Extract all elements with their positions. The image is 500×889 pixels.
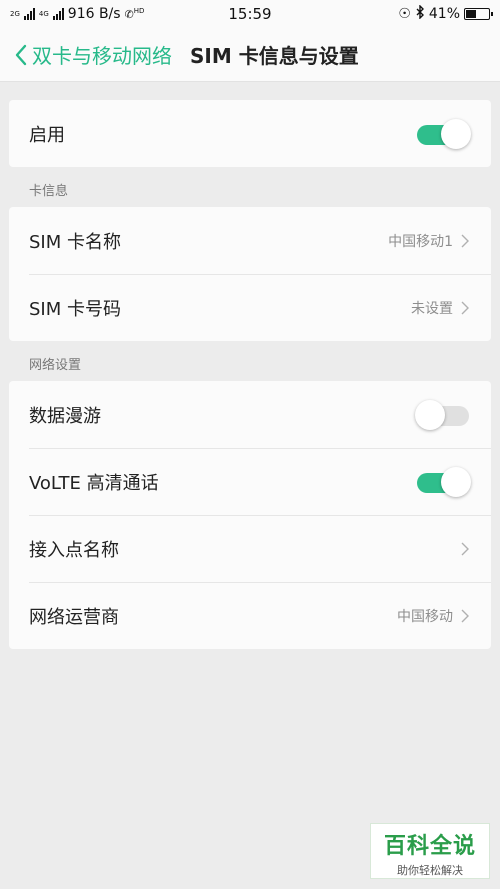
status-left: 2G 4G 916 B/s ✆HD [10,6,144,22]
section-network: 网络设置 [29,358,82,373]
roaming-row[interactable]: 数据漫游 [9,381,491,448]
volte-toggle[interactable] [415,466,471,497]
sim-name-value: 中国移动1 [388,233,453,250]
sim-number-row[interactable]: SIM 卡号码 未设置 [9,274,491,341]
network-type-4g: 4G [38,9,49,18]
apn-label: 接入点名称 [29,539,119,561]
chevron-right-icon [461,301,469,314]
app-header: 双卡与移动网络 SIM 卡信息与设置 [0,28,500,82]
watermark-title: 百科全说 [383,834,476,859]
battery-percent: 41% [428,6,460,22]
enable-row[interactable]: 启用 [9,100,491,167]
settings-content: 启用 卡信息 SIM 卡名称 中国移动1 SIM 卡号码 未设置 网络设置 数据… [0,82,500,649]
sim-name-label: SIM 卡名称 [29,231,121,253]
chevron-left-icon [15,44,27,65]
sim-number-value: 未设置 [411,300,453,317]
section-card-info: 卡信息 [29,184,69,199]
operator-value: 中国移动 [397,608,453,625]
chevron-right-icon [461,234,469,247]
rotation-lock-icon: ☉ [398,6,411,22]
card-info-card: SIM 卡名称 中国移动1 SIM 卡号码 未设置 [9,207,491,341]
sim-name-row[interactable]: SIM 卡名称 中国移动1 [9,207,491,274]
signal-icon [23,8,35,20]
chevron-right-icon [461,542,469,555]
network-speed: 916 B/s [67,6,121,22]
back-label: 双卡与移动网络 [32,44,172,68]
watermark-subtitle: 助你轻松解决 [397,864,463,877]
operator-row[interactable]: 网络运营商 中国移动 [9,582,491,649]
bluetooth-icon [415,4,425,23]
operator-label: 网络运营商 [29,606,119,628]
status-right: ☉ 41% [398,4,493,23]
page-title: SIM 卡信息与设置 [190,44,359,68]
enable-toggle[interactable] [415,118,471,149]
apn-row[interactable]: 接入点名称 [9,515,491,582]
network-type-2g: 2G [10,9,20,18]
sim-number-label: SIM 卡号码 [29,298,121,320]
roaming-toggle[interactable] [415,399,471,430]
chevron-right-icon [461,609,469,622]
network-card: 数据漫游 VoLTE 高清通话 接入点名称 网络运营商 中国移动 [9,381,491,649]
enable-label: 启用 [29,124,65,146]
watermark-logo: 百科全说 助你轻松解决 [370,823,490,879]
hd-call-icon: ✆HD [124,6,145,21]
signal-icon-2 [52,8,64,20]
volte-label: VoLTE 高清通话 [29,472,159,494]
battery-icon [464,8,493,20]
volte-row[interactable]: VoLTE 高清通话 [9,448,491,515]
enable-card: 启用 [9,100,491,167]
back-button[interactable]: 双卡与移动网络 [14,40,172,69]
roaming-label: 数据漫游 [29,405,101,427]
status-bar: 2G 4G 916 B/s ✆HD 15:59 ☉ 41% [0,0,500,28]
